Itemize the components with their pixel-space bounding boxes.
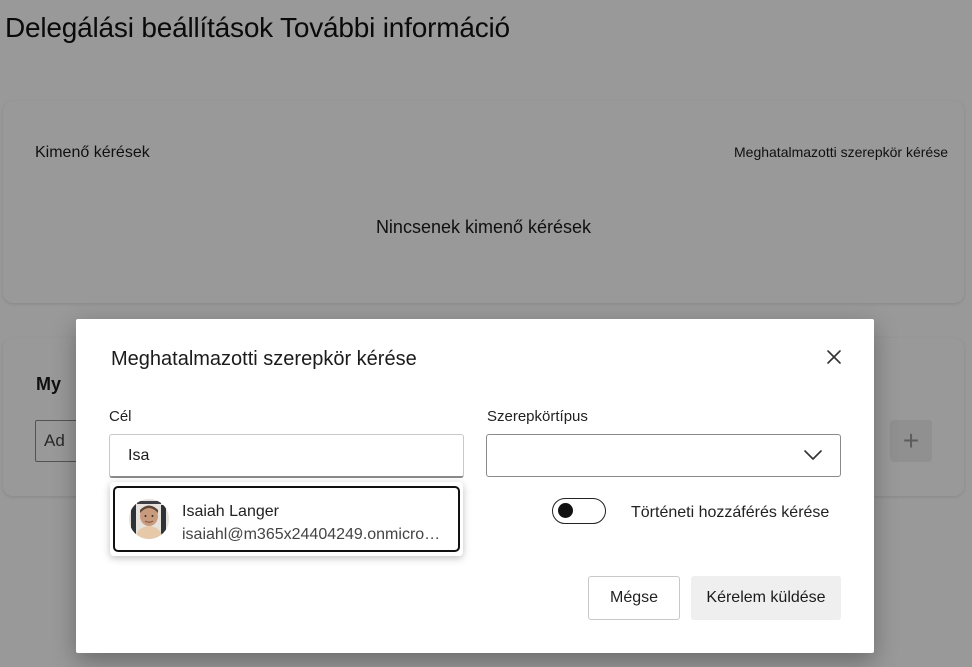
role-type-select[interactable] [486,434,841,477]
request-role-dialog: Meghatalmazotti szerepkör kérése Cél Sze… [76,319,874,653]
close-icon[interactable] [824,347,844,367]
target-label: Cél [109,408,132,425]
history-access-label: Történeti hozzáférés kérése [631,504,830,521]
role-type-label: Szerepkörtípus [487,408,588,425]
chevron-down-icon [804,450,822,460]
avatar [129,499,169,539]
people-suggestion-list: Isaiah Langer isaiahl@m365x24404249.onmi… [110,482,463,556]
suggestion-name: Isaiah Langer [182,503,279,520]
target-input[interactable] [109,434,464,478]
send-request-button[interactable]: Kérelem küldése [691,576,841,620]
dialog-title: Meghatalmazotti szerepkör kérése [111,348,417,370]
suggestion-email: isaiahl@m365x24404249.onmicrosoft.com [182,526,444,543]
cancel-button[interactable]: Mégse [588,576,680,620]
toggle-knob [558,503,573,518]
history-access-toggle[interactable] [552,498,606,524]
suggestion-item[interactable]: Isaiah Langer isaiahl@m365x24404249.onmi… [113,486,460,552]
